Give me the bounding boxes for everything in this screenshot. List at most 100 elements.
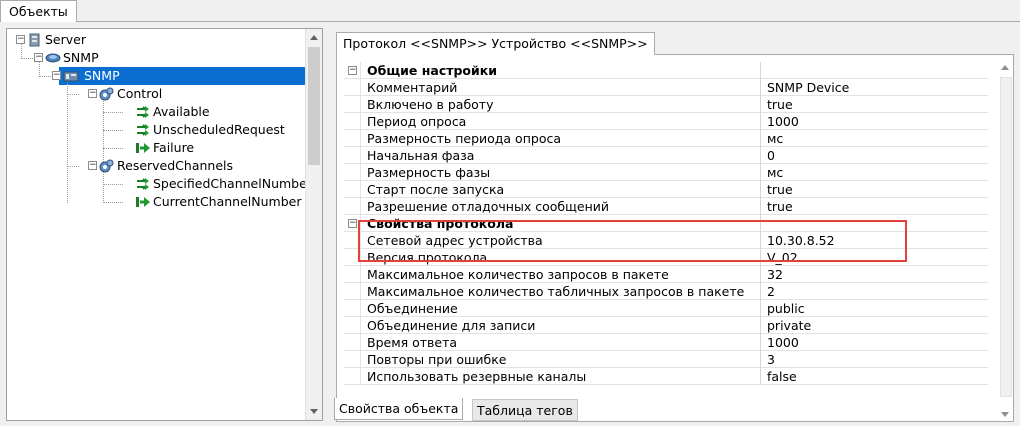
property-value[interactable]: SNMP Device <box>762 79 988 96</box>
property-value[interactable]: true <box>762 198 988 215</box>
row-gutter <box>344 266 361 283</box>
tree-item[interactable]: − Server <box>7 31 307 49</box>
tree-item-label: CurrentChannelNumber <box>153 194 302 209</box>
property-name: Повторы при ошибке <box>361 351 761 368</box>
tag-icon <box>135 176 151 192</box>
tree-item[interactable]: − Control <box>7 85 307 103</box>
property-value[interactable]: мс <box>762 130 988 147</box>
property-value[interactable]: true <box>762 181 988 198</box>
property-value[interactable]: 1000 <box>762 334 988 351</box>
property-name: Размерность периода опроса <box>361 130 761 147</box>
property-row[interactable]: Версия протокола V_02 <box>344 249 988 266</box>
collapse-toggle-icon[interactable]: − <box>52 71 61 80</box>
row-gutter <box>344 300 361 317</box>
property-value[interactable]: true <box>762 96 988 113</box>
top-tab-strip-line <box>0 21 1020 22</box>
property-value[interactable]: 1000 <box>762 113 988 130</box>
tree-item[interactable]: UnscheduledRequest <box>7 121 307 139</box>
property-value[interactable]: 3 <box>762 351 988 368</box>
property-value[interactable]: 32 <box>762 266 988 283</box>
property-row[interactable]: Объединение для записи private <box>344 317 988 334</box>
row-gutter <box>344 130 361 147</box>
tree-item[interactable]: − ReservedChannels <box>7 157 307 175</box>
tag-arrow-icon <box>135 140 151 156</box>
row-gutter <box>344 96 361 113</box>
collapse-toggle-icon[interactable]: − <box>34 53 43 62</box>
row-gutter <box>344 164 361 181</box>
collapse-toggle-icon[interactable]: − <box>348 66 357 75</box>
property-value[interactable] <box>762 62 988 79</box>
property-row[interactable]: Сетевой адрес устройства 10.30.8.52 <box>344 232 988 249</box>
tree-item[interactable]: Available <box>7 103 307 121</box>
tab-objects[interactable]: Объекты <box>0 0 77 22</box>
tab-object-properties[interactable]: Свойства объекта <box>334 398 464 420</box>
scroll-down-arrow-icon[interactable] <box>1001 412 1009 417</box>
row-gutter <box>344 147 361 164</box>
property-row[interactable]: Разрешение отладочных сообщений true <box>344 198 988 215</box>
tree-item-label: UnscheduledRequest <box>153 122 285 137</box>
property-grid: − Общие настройки Комментарий SNMP Device Вк… <box>336 54 1014 422</box>
property-row[interactable]: Объединение public <box>344 300 988 317</box>
device-icon <box>63 68 79 84</box>
collapse-toggle-icon[interactable]: − <box>16 35 25 44</box>
scroll-thumb[interactable] <box>1000 77 1012 397</box>
property-name: Свойства протокола <box>361 215 761 232</box>
tree-item-label: Control <box>117 86 163 101</box>
property-name: Использовать резервные каналы <box>361 368 761 385</box>
tag-icon <box>135 122 151 138</box>
tree-item[interactable]: − SNMP <box>7 49 307 67</box>
property-name: Максимальное количество табличных запрос… <box>361 283 761 300</box>
tree-item[interactable]: Failure <box>7 139 307 157</box>
collapse-toggle-icon[interactable]: − <box>88 89 97 98</box>
property-name: Объединение для записи <box>361 317 761 334</box>
property-value[interactable]: V_02 <box>762 249 988 266</box>
panel-splitter[interactable] <box>324 28 329 421</box>
property-name: Размерность фазы <box>361 164 761 181</box>
property-name: Старт после запуска <box>361 181 761 198</box>
property-value[interactable]: private <box>762 317 988 334</box>
tab-tag-table[interactable]: Таблица тегов <box>472 399 578 421</box>
property-row[interactable]: Период опроса 1000 <box>344 113 988 130</box>
tree-scrollbar[interactable] <box>305 29 322 420</box>
property-name: Разрешение отладочных сообщений <box>361 198 761 215</box>
property-value[interactable]: 10.30.8.52 <box>762 232 988 249</box>
collapse-toggle-icon[interactable]: − <box>348 219 357 228</box>
property-row[interactable]: Включено в работу true <box>344 96 988 113</box>
collapse-toggle-icon[interactable]: − <box>88 161 97 170</box>
property-row[interactable]: Комментарий SNMP Device <box>344 79 988 96</box>
property-row[interactable]: Размерность фазы мс <box>344 164 988 181</box>
property-row[interactable]: Использовать резервные каналы false <box>344 368 988 385</box>
property-value[interactable]: false <box>762 368 988 385</box>
property-value[interactable]: 2 <box>762 283 988 300</box>
scroll-up-arrow-icon[interactable] <box>310 35 318 40</box>
scroll-down-arrow-icon[interactable] <box>310 409 318 414</box>
row-gutter <box>344 232 361 249</box>
tree-item[interactable]: SpecifiedChannelNumber <box>7 175 312 193</box>
property-value[interactable]: мс <box>762 164 988 181</box>
tag-icon <box>135 104 151 120</box>
tree-item[interactable]: − SNMP <box>7 67 307 85</box>
tree-item[interactable]: CurrentChannelNumber <box>7 193 307 211</box>
property-row[interactable]: Начальная фаза 0 <box>344 147 988 164</box>
tab-protocol-device[interactable]: Протокол <<SNMP>> Устройство <<SNMP>> <box>336 32 655 55</box>
property-row[interactable]: Время ответа 1000 <box>344 334 988 351</box>
property-name: Начальная фаза <box>361 147 761 164</box>
grid-scrollbar[interactable] <box>997 61 1013 421</box>
property-value[interactable] <box>762 215 988 232</box>
property-row[interactable]: Максимальное количество запросов в пакет… <box>344 266 988 283</box>
property-category-row[interactable]: − Общие настройки <box>344 62 988 79</box>
property-value[interactable]: 0 <box>762 147 988 164</box>
tree-item-label: SNMP <box>63 50 99 65</box>
object-tree[interactable]: − Server − SNMP − SNMP − Control Available Unsche… <box>6 28 323 421</box>
property-category-row[interactable]: − Свойства протокола <box>344 215 988 232</box>
property-row[interactable]: Максимальное количество табличных запрос… <box>344 283 988 300</box>
scroll-thumb[interactable] <box>308 47 320 165</box>
property-name: Время ответа <box>361 334 761 351</box>
property-value[interactable]: public <box>762 300 988 317</box>
property-row[interactable]: Повторы при ошибке 3 <box>344 351 988 368</box>
scroll-up-arrow-icon[interactable] <box>1001 65 1009 70</box>
property-row[interactable]: Старт после запуска true <box>344 181 988 198</box>
property-row[interactable]: Размерность периода опроса мс <box>344 130 988 147</box>
property-name: Сетевой адрес устройства <box>361 232 761 249</box>
row-gutter <box>344 368 361 385</box>
